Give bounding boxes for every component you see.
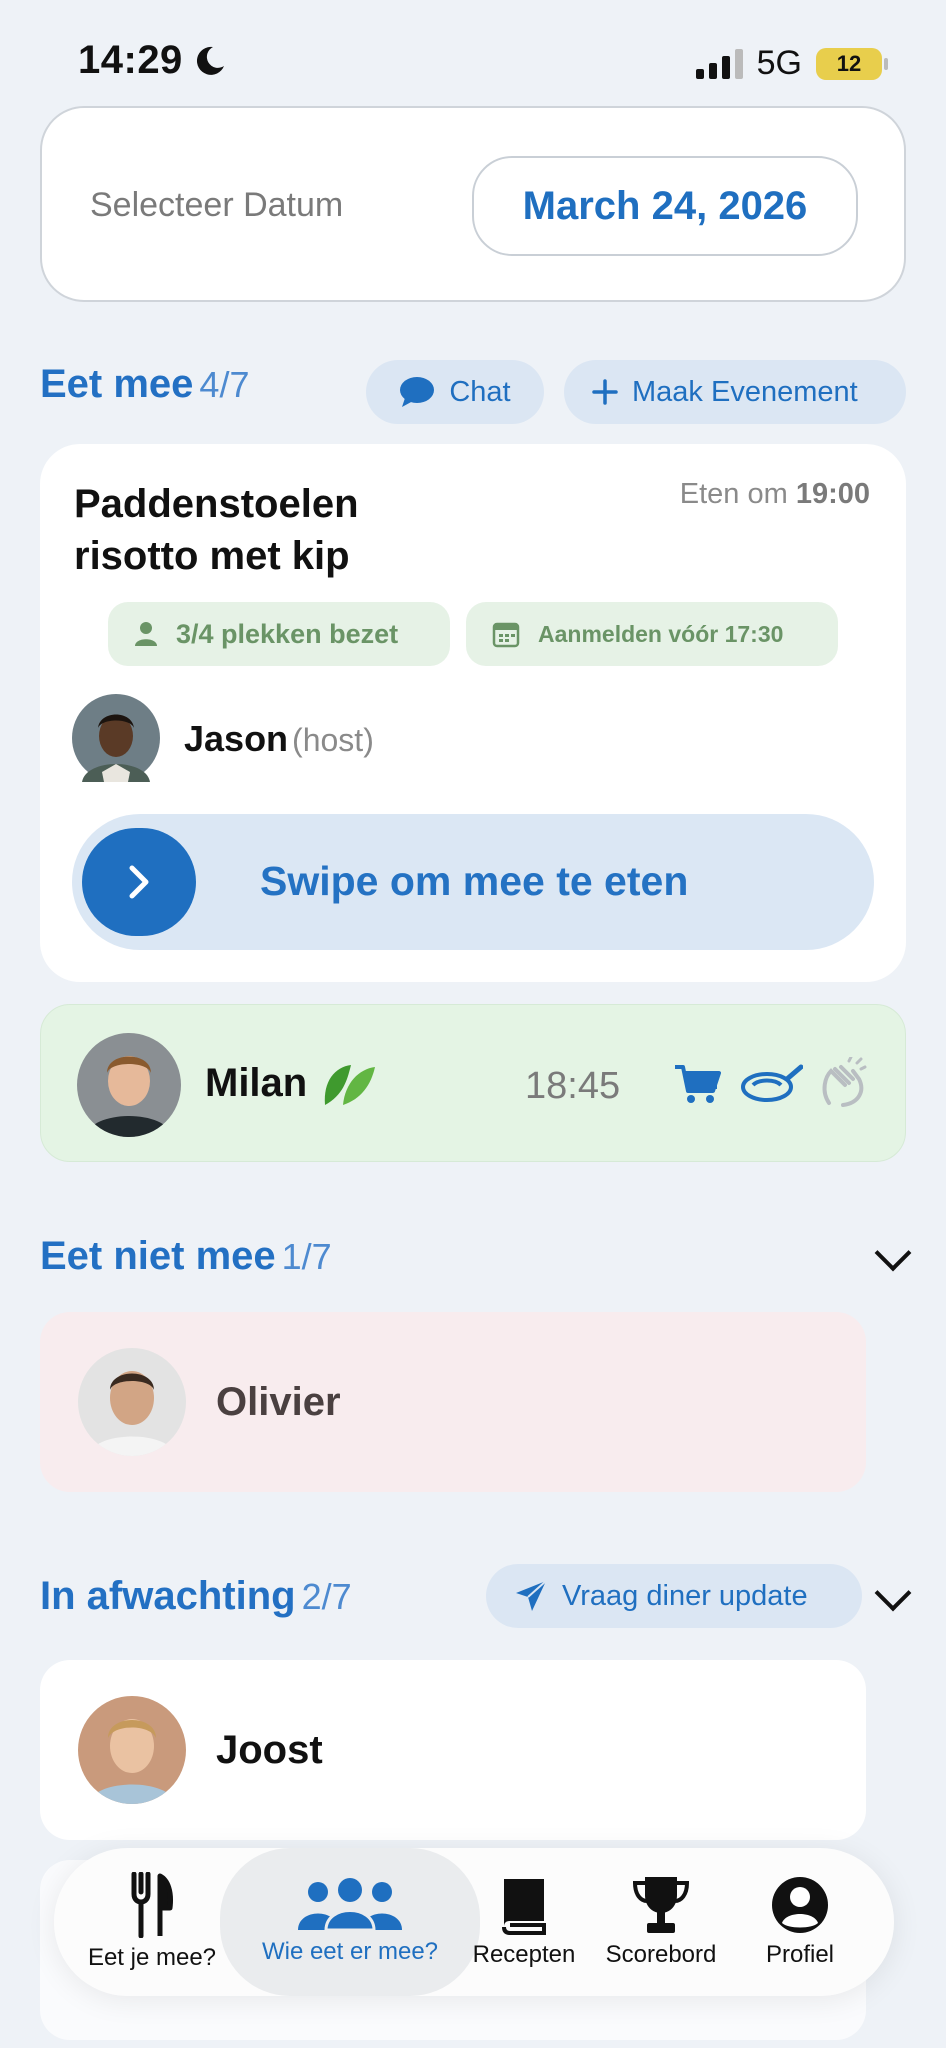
signal-icon (695, 48, 743, 79)
chat-label: Chat (449, 375, 511, 408)
battery-icon: 12 (816, 47, 888, 80)
declined-name: Olivier (216, 1380, 341, 1424)
status-time: 14:29 (78, 38, 227, 83)
tab-label: Wie eet er mee? (261, 1938, 439, 1965)
chevron-down-icon[interactable] (874, 1574, 912, 1612)
in-afwachting-header: In afwachting 2/7 (40, 1574, 352, 1619)
status-indicators: 5G 12 (695, 44, 888, 83)
cart-icon (675, 1065, 721, 1103)
network-label: 5G (756, 44, 802, 82)
date-label: Selecteer Datum (90, 186, 344, 224)
declined-row[interactable]: Olivier (40, 1312, 866, 1492)
tab-label: Eet je mee? (87, 1944, 217, 1971)
attendee-time: 18:45 (525, 1065, 621, 1107)
battery-level: 12 (836, 50, 862, 76)
profile-icon (772, 1877, 828, 1933)
eet-mee-count: 4/7 (199, 364, 250, 405)
chat-bubble-icon (400, 377, 435, 407)
trophy-icon (632, 1877, 690, 1933)
attendee-name: Milan (205, 1061, 308, 1105)
date-card: Selecteer Datum March 24, 2026 (40, 106, 906, 302)
eet-mee-title: Eet mee (40, 362, 194, 406)
deadline-tag: Aanmelden vóór 17:30 (466, 602, 838, 666)
moon-icon (196, 46, 224, 75)
host-tag: (host) (292, 722, 374, 758)
eat-time-value: 19:00 (795, 478, 870, 510)
eet-niet-mee-title: Eet niet mee (40, 1234, 276, 1278)
date-picker-button[interactable]: March 24, 2026 (472, 156, 858, 256)
request-update-button[interactable]: Vraag diner update (486, 1564, 862, 1628)
in-afwachting-title: In afwachting (40, 1574, 296, 1618)
eet-niet-mee-count: 1/7 (281, 1236, 332, 1277)
attendee-row[interactable]: Milan 18:45 (40, 1004, 906, 1162)
tab-bar: Eet je mee? Wie eet er mee? Recepten Sco… (54, 1848, 894, 1996)
request-update-label: Vraag diner update (562, 1579, 808, 1612)
tab-scorebord[interactable]: Scorebord (588, 1848, 734, 1996)
book-icon (502, 1879, 546, 1935)
pan-icon (741, 1064, 803, 1102)
chevron-right-icon (129, 865, 149, 899)
eat-time-prefix: Eten om (679, 478, 788, 510)
in-afwachting-count: 2/7 (301, 1576, 352, 1617)
send-icon (516, 1580, 547, 1611)
create-event-button[interactable]: Maak Evenement (564, 360, 906, 424)
tab-label: Scorebord (605, 1941, 717, 1968)
tab-eet-je-mee[interactable]: Eet je mee? (74, 1848, 230, 1996)
deadline-label: Aanmelden vóór 17:30 (538, 620, 784, 647)
eat-time: Eten om 19:00 (680, 478, 870, 511)
eet-niet-mee-header: Eet niet mee 1/7 (40, 1234, 332, 1279)
calendar-icon (492, 622, 520, 648)
plus-icon (592, 379, 618, 405)
swipe-to-join[interactable]: Swipe om mee te eten (72, 814, 874, 950)
eet-mee-header: Eet mee 4/7 (40, 362, 249, 407)
fork-knife-icon (131, 1872, 173, 1938)
swipe-label: Swipe om mee te eten (260, 858, 689, 904)
person-icon (135, 622, 157, 646)
chat-button[interactable]: Chat (366, 360, 544, 424)
pending-name: Joost (216, 1728, 323, 1772)
chevron-down-icon[interactable] (874, 1234, 912, 1272)
host-name-text: Jason (184, 718, 289, 759)
pending-row[interactable]: Joost (40, 1660, 866, 1840)
host-avatar (72, 694, 160, 782)
tab-profiel[interactable]: Profiel (734, 1848, 866, 1996)
tab-wie-eet-er-mee[interactable]: Wie eet er mee? (220, 1848, 480, 1996)
avatar (78, 1348, 186, 1456)
tab-recepten[interactable]: Recepten (460, 1848, 588, 1996)
spots-label: 3/4 plekken bezet (176, 618, 399, 649)
tab-label: Recepten (472, 1941, 576, 1968)
event-title: Paddenstoelen risotto met kip (74, 482, 359, 578)
spots-tag: 3/4 plekken bezet (108, 602, 450, 666)
tab-label: Profiel (765, 1941, 835, 1968)
event-card: Paddenstoelen risotto met kip Eten om 19… (40, 444, 906, 982)
create-event-label: Maak Evenement (632, 375, 858, 408)
status-time-text: 14:29 (78, 38, 183, 82)
avatar (77, 1033, 181, 1137)
swipe-handle[interactable] (82, 828, 196, 936)
leaf-icon (324, 1065, 375, 1105)
group-icon (298, 1878, 402, 1932)
host-name: Jason (host) (184, 718, 374, 760)
clap-icon (822, 1057, 867, 1107)
avatar (78, 1696, 186, 1804)
